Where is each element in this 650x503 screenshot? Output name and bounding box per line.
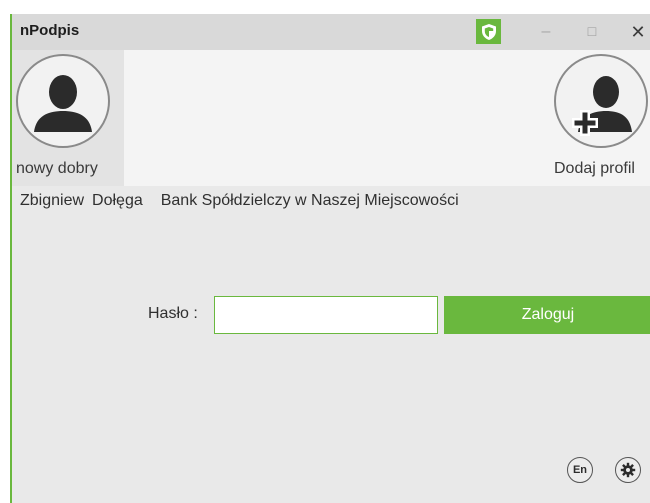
maximize-button[interactable]: ☐	[578, 20, 606, 44]
window-title: nPodpis	[20, 22, 80, 39]
add-user-icon	[572, 76, 632, 136]
user-info: Zbigniew Dołęga Bank Spółdzielczy w Naszej…	[20, 192, 467, 210]
user-first-name: Zbigniew	[20, 192, 85, 209]
login-button[interactable]: Zaloguj	[444, 296, 650, 334]
language-button[interactable]: En	[567, 457, 593, 483]
minimize-icon: –	[541, 23, 551, 40]
user-last-name: Dołęga	[92, 192, 143, 209]
settings-button[interactable]	[615, 457, 641, 483]
add-profile-tile[interactable]: Dodaj profil	[550, 50, 650, 186]
add-profile-avatar	[554, 54, 648, 148]
close-button[interactable]: ✕	[624, 20, 650, 44]
title-bar: nPodpis – ☐ ✕	[12, 14, 650, 50]
profiles-bar: nowy dobry Dodaj profil	[12, 50, 650, 186]
language-label: En	[572, 464, 588, 476]
npodpis-window: nPodpis – ☐ ✕ nowy dobry Dodaj profil Zb…	[10, 14, 650, 503]
avatar	[16, 54, 110, 148]
profile-name: nowy dobry	[16, 160, 98, 177]
password-label: Hasło :	[148, 305, 198, 322]
profile-tile-selected[interactable]: nowy dobry	[12, 50, 124, 186]
maximize-icon: ☐	[586, 25, 598, 39]
add-profile-label: Dodaj profil	[554, 160, 635, 177]
minimize-button[interactable]: –	[532, 20, 560, 44]
user-bank-name: Bank Spółdzielczy w Naszej Miejscowości	[160, 192, 459, 209]
shield-icon	[481, 23, 496, 40]
password-input[interactable]	[214, 296, 438, 334]
close-icon: ✕	[630, 22, 646, 42]
gear-icon	[620, 462, 636, 478]
shield-button[interactable]	[476, 19, 501, 44]
user-avatar-icon	[34, 75, 92, 132]
